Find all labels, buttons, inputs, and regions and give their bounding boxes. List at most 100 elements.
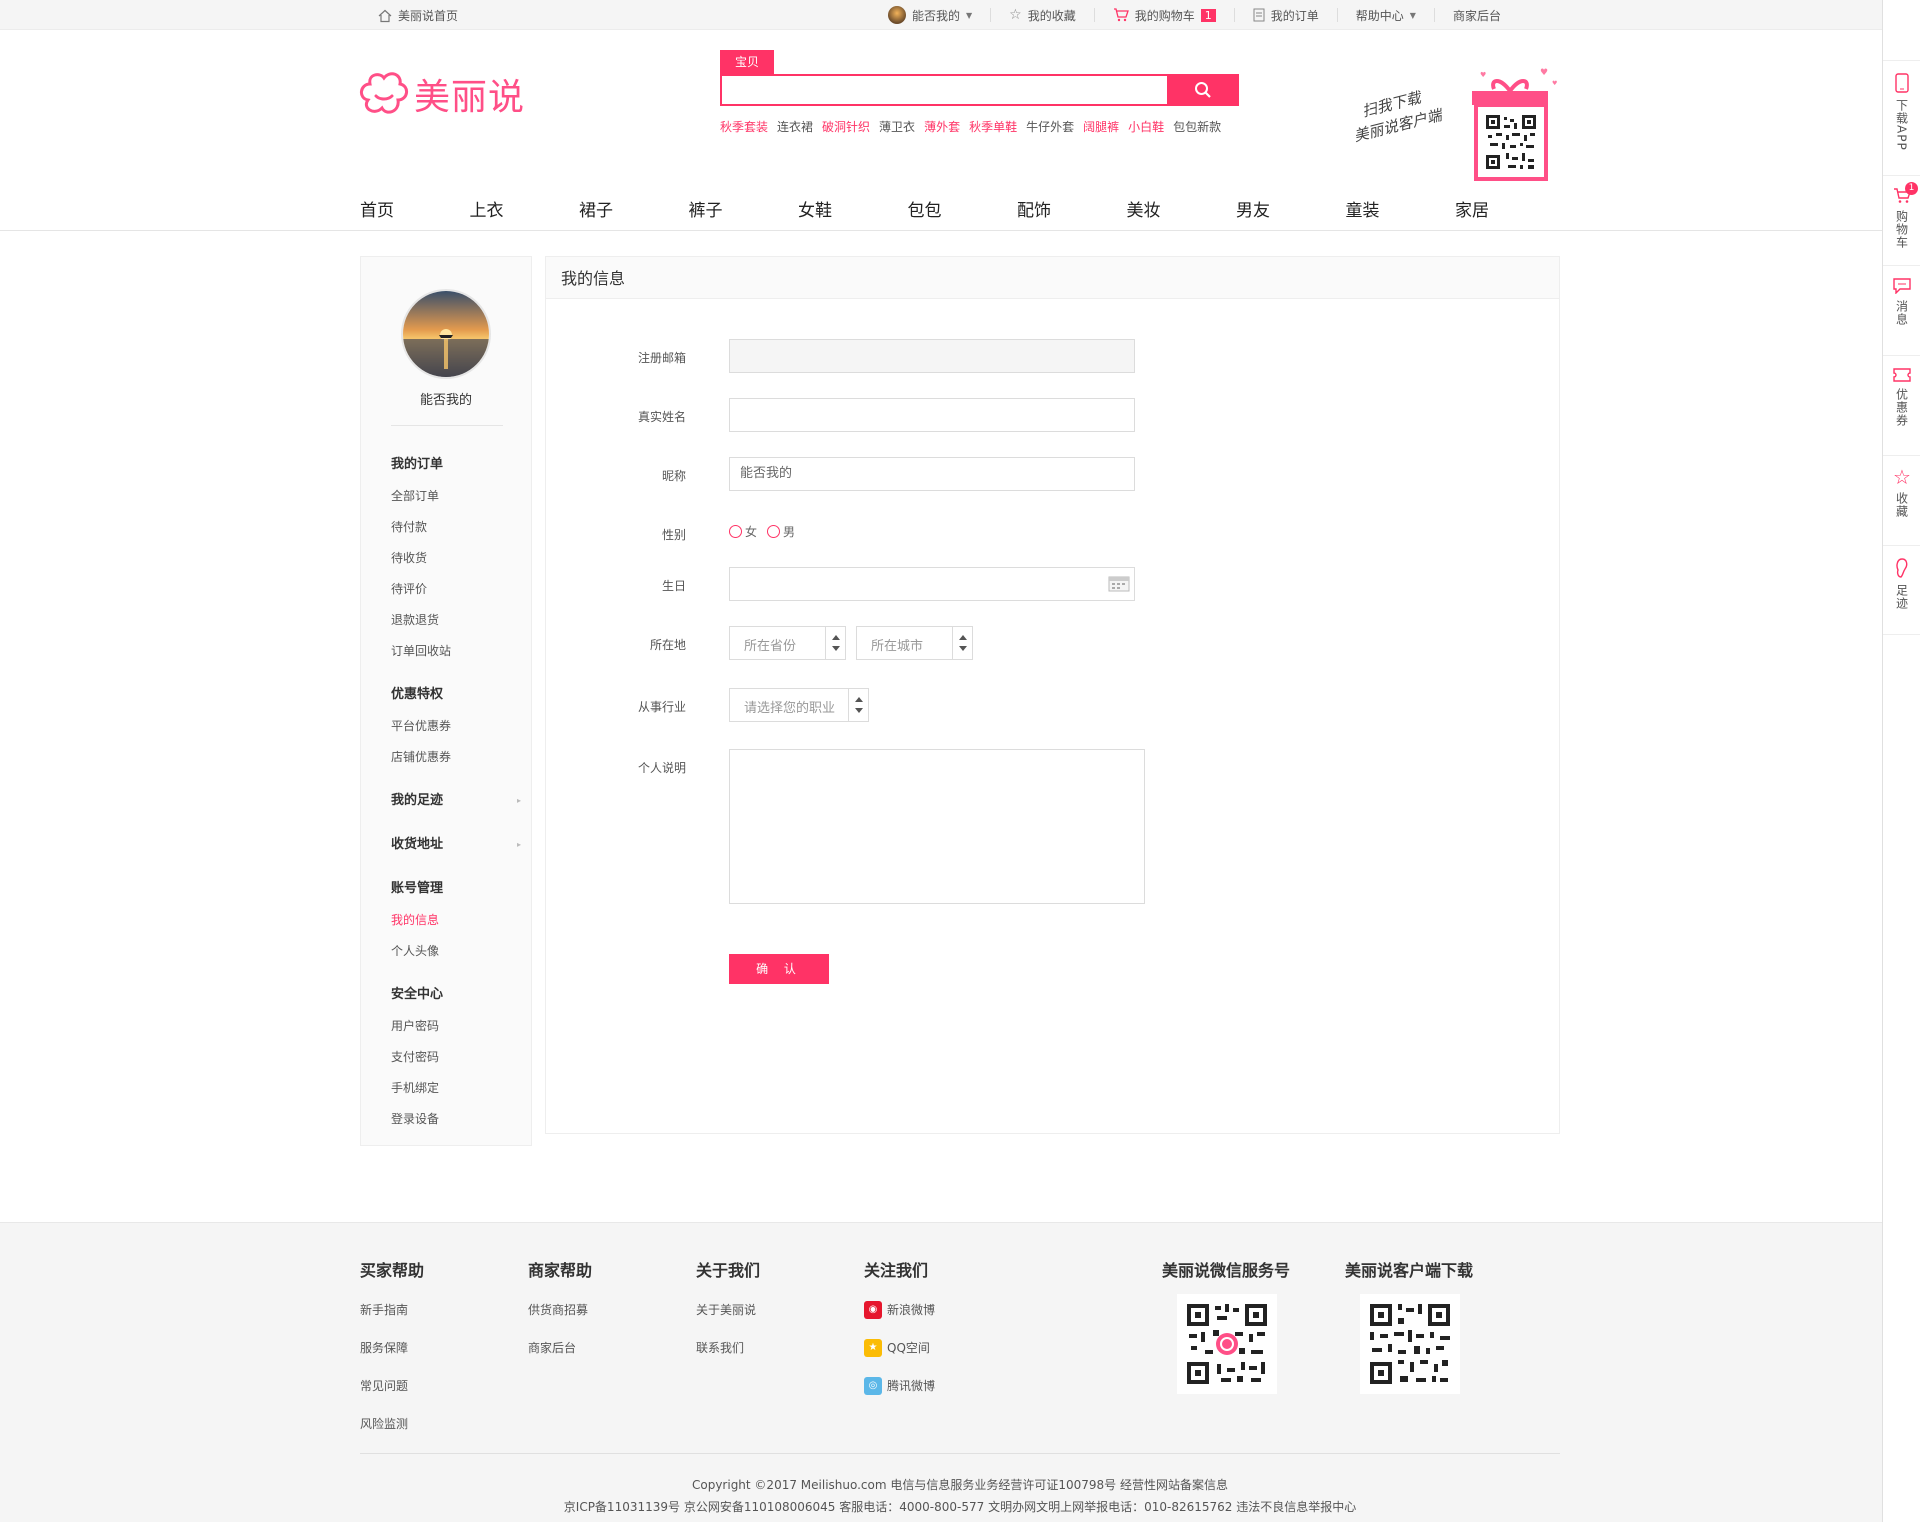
nickname-field[interactable]: 能否我的 [729,457,1135,491]
footer-link[interactable]: 新手指南 [360,1301,424,1319]
promo-handwriting: 扫我下载 美丽说客户端 [1346,83,1444,147]
nav-item[interactable]: 配饰 [1017,196,1127,221]
site-footer: 买家帮助 新手指南 服务保障 常见问题 风险监测 商家帮助 供货商招募 商家后台… [0,1222,1882,1522]
sidebar-section-title: 我的订单 [391,455,521,475]
footer-heading: 美丽说客户端下载 [1345,1261,1474,1280]
rail-coupons[interactable]: 优惠券 [1883,355,1920,455]
spinner-arrows-icon[interactable] [848,689,868,721]
nav-item[interactable]: 童装 [1346,196,1456,221]
birthday-field[interactable] [729,567,1135,601]
chevron-down-icon: ▼ [966,10,973,20]
footer-link[interactable]: 关于美丽说 [696,1301,760,1319]
hot-search-word[interactable]: 包包新款 [1173,118,1221,135]
footer-link[interactable]: 商家后台 [528,1339,592,1357]
cart-icon [1113,8,1129,22]
hot-search-word[interactable]: 破洞针织 [822,118,870,135]
hot-search-word[interactable]: 薄外套 [924,118,960,135]
sidebar-item[interactable]: 店铺优惠券 [391,747,521,767]
province-select[interactable]: 所在省份 [729,626,846,660]
footer-link[interactable]: 常见问题 [360,1377,424,1395]
gender-male-label: 男 [783,525,796,539]
nav-item[interactable]: 包包 [908,196,1018,221]
sidebar-item[interactable]: 手机绑定 [391,1078,521,1098]
footer-divider [360,1453,1560,1454]
footer-link-tencent-weibo[interactable]: ◎ 腾讯微博 [864,1377,935,1395]
nav-item[interactable]: 裤子 [689,196,799,221]
orders-link[interactable]: 我的订单 [1235,8,1338,23]
sidebar-item[interactable]: 平台优惠券 [391,716,521,736]
confirm-button[interactable]: 确 认 [729,954,829,984]
nav-divider [0,230,1882,231]
search-input[interactable] [720,74,1239,106]
main-nav: 首页 上衣 裙子 裤子 女鞋 包包 配饰 美妆 男友 童装 家居 [360,196,1565,221]
gender-male-radio[interactable]: 男 [767,523,795,540]
sidebar-item[interactable]: 个人头像 [391,941,521,961]
cart-link[interactable]: 我的购物车 1 [1095,8,1235,23]
hot-search-word[interactable]: 牛仔外套 [1026,118,1074,135]
footer-link[interactable]: 服务保障 [360,1339,424,1357]
rail-footprints[interactable]: 足迹 [1883,545,1920,635]
nav-item[interactable]: 首页 [360,196,470,221]
footer-heading: 关注我们 [864,1261,929,1280]
hot-search-word[interactable]: 薄卫衣 [879,118,915,135]
rail-favorites[interactable]: ☆ 收藏 [1883,455,1920,545]
avatar-sunset-image [403,291,489,377]
footer-link[interactable]: 风险监测 [360,1415,424,1433]
nav-item[interactable]: 美妆 [1127,196,1237,221]
hot-search-word[interactable]: 阔腿裤 [1083,118,1119,135]
sidebar-item[interactable]: 全部订单 [391,486,521,506]
search-tab-items[interactable]: 宝贝 [720,50,774,74]
avatar[interactable] [401,289,491,379]
nav-item[interactable]: 裙子 [579,196,689,221]
help-menu[interactable]: 帮助中心 ▼ [1338,8,1435,23]
sidebar-item[interactable]: 订单回收站 [391,641,521,661]
hot-search-word[interactable]: 秋季套装 [720,118,768,135]
site-logo[interactable]: 美丽说 [358,68,525,120]
sidebar-item[interactable]: 支付密码 [391,1047,521,1067]
svg-text:♥: ♥ [1552,80,1557,87]
sidebar-item[interactable]: 退款退货 [391,610,521,630]
search-button[interactable] [1167,74,1239,106]
industry-select[interactable]: 请选择您的职业 [729,688,869,722]
nav-item[interactable]: 男友 [1236,196,1346,221]
sidebar-item[interactable]: 用户密码 [391,1016,521,1036]
hot-search-word[interactable]: 小白鞋 [1128,118,1164,135]
rail-cart[interactable]: 1 购物车 [1883,175,1920,265]
sidebar-section-title[interactable]: 收货地址 ▸ [391,835,521,855]
sidebar-item[interactable]: 我的信息 [391,910,521,930]
merchant-link[interactable]: 商家后台 [1435,8,1519,23]
nav-item[interactable]: 家居 [1455,196,1565,221]
rail-messages[interactable]: 消息 [1883,265,1920,355]
footer-link-qzone[interactable]: ★ QQ空间 [864,1339,935,1357]
sidebar-section-title[interactable]: 我的足迹 ▸ [391,791,521,811]
chevron-right-icon: ▸ [516,796,521,805]
realname-field[interactable] [729,398,1135,432]
favorites-link[interactable]: ☆ 我的收藏 [991,7,1095,23]
sidebar-username: 能否我的 [419,393,472,408]
rail-label: 购物车 [1894,210,1909,249]
footer-link[interactable]: 联系我们 [696,1339,760,1357]
nav-item[interactable]: 上衣 [470,196,580,221]
radio-circle [767,525,781,538]
radio-circle [729,525,742,538]
home-link[interactable]: 美丽说首页 [378,7,458,24]
city-select[interactable]: 所在城市 [856,626,973,660]
chevron-right-icon: ▸ [516,840,521,849]
gender-female-radio[interactable]: 女 [729,523,757,540]
bio-textarea[interactable] [729,749,1145,904]
sidebar-item[interactable]: 待评价 [391,579,521,599]
hot-search-word[interactable]: 秋季单鞋 [969,118,1017,135]
spinner-arrows-icon[interactable] [952,627,972,659]
user-menu[interactable]: 能否我的 ▼ [870,6,992,24]
footer-link-weibo[interactable]: ◉ 新浪微博 [864,1301,935,1319]
sidebar-item[interactable]: 待付款 [391,517,521,537]
hot-search-word[interactable]: 连衣裙 [777,118,813,135]
sidebar-item[interactable]: 登录设备 [391,1109,521,1129]
sidebar-item[interactable]: 待收货 [391,548,521,568]
rail-download-app[interactable]: 下载APP [1883,60,1920,175]
spinner-arrows-icon[interactable] [825,627,845,659]
footer-link-label: QQ空间 [887,1341,930,1355]
nav-item[interactable]: 女鞋 [798,196,908,221]
footer-link[interactable]: 供货商招募 [528,1301,592,1319]
